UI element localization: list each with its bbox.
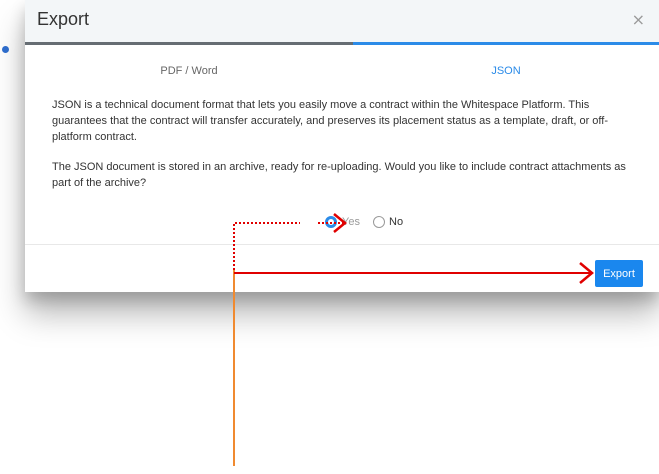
yes-radio-label[interactable]: Yes: [342, 216, 360, 229]
close-icon[interactable]: ×: [632, 10, 645, 29]
export-button[interactable]: Export: [595, 260, 643, 287]
footer-divider: [25, 244, 659, 245]
no-radio-label[interactable]: No: [389, 216, 403, 229]
dialog-header: Export ×: [25, 0, 659, 42]
dialog-body: JSON is a technical document format that…: [52, 97, 642, 205]
json-description: JSON is a technical document format that…: [52, 99, 608, 143]
yes-radio[interactable]: [325, 216, 337, 228]
background-dot: [2, 46, 9, 53]
export-tabs: PDF / Word JSON: [25, 42, 659, 83]
no-radio[interactable]: [373, 216, 385, 228]
export-dialog: Export × PDF / Word JSON JSON is a techn…: [25, 0, 659, 292]
dialog-title: Export: [37, 9, 90, 29]
tab-json[interactable]: JSON: [353, 42, 659, 83]
attachments-question: The JSON document is stored in an archiv…: [52, 161, 626, 189]
tab-pdf-word[interactable]: PDF / Word: [25, 42, 353, 83]
